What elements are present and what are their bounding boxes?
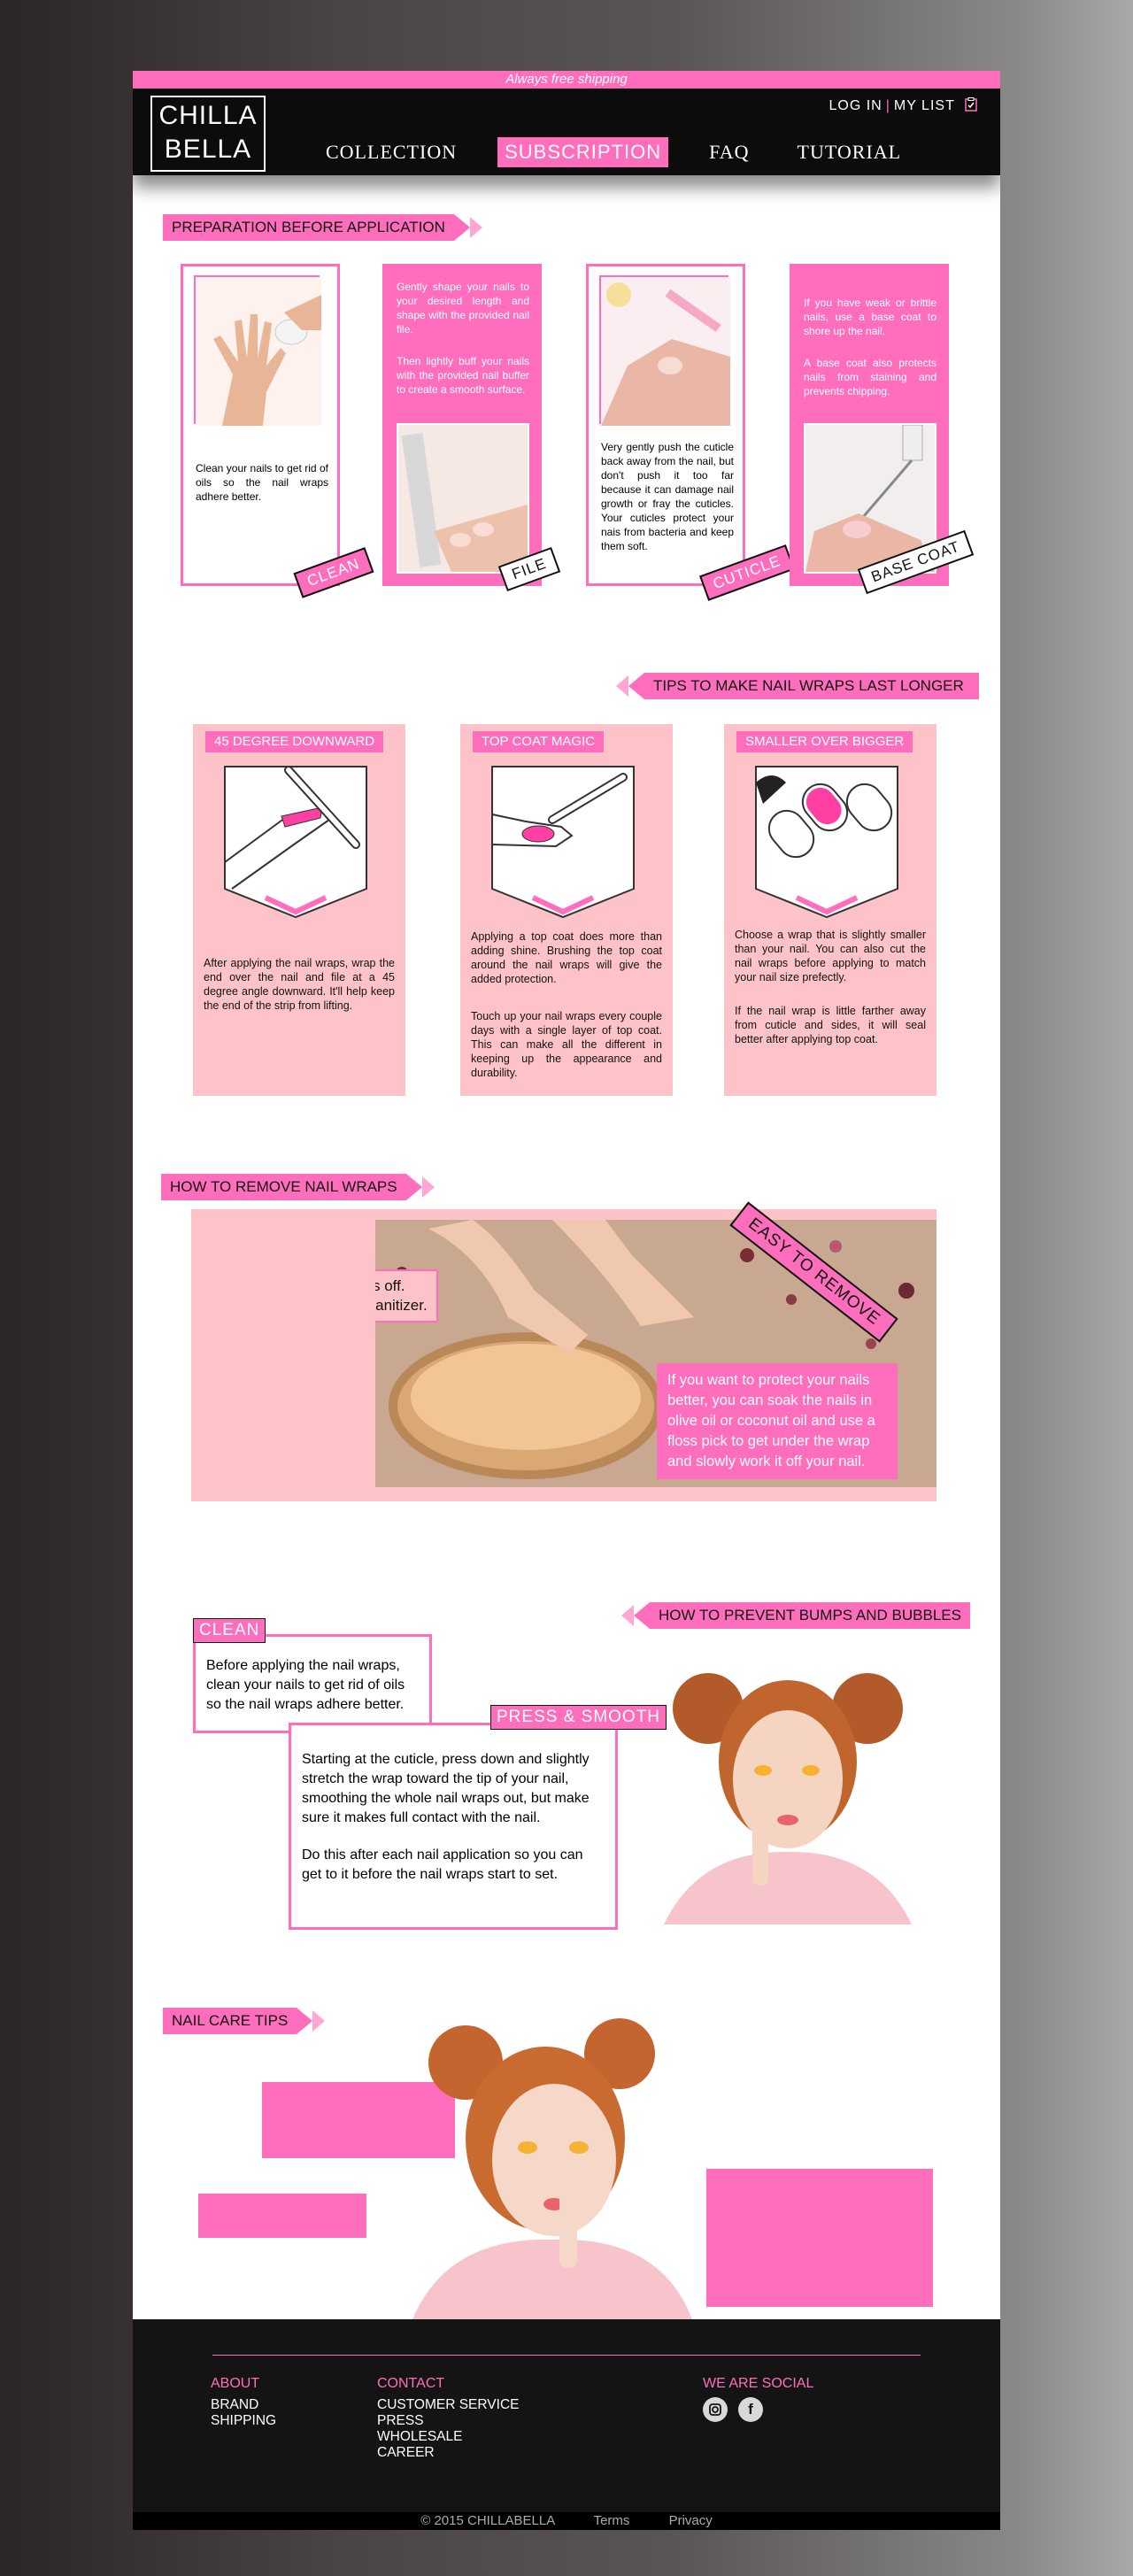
tip-label: 45 DEGREE DOWNWARD: [205, 731, 384, 752]
soaking-bowl-photo: Simply peel the nail wraps off. Wash nai…: [375, 1220, 936, 1487]
tip-text-2: Touch up your nail wraps every couple da…: [471, 1010, 662, 1079]
tip-text-1: Choose a wrap that is slightly smaller t…: [735, 929, 926, 983]
tips-banner: TIPS TO MAKE NAIL WRAPS LAST LONGER: [616, 673, 979, 699]
tip-card-top-coat: TOP COAT MAGIC Applying a top coat does …: [460, 724, 673, 1096]
footer-social: WE ARE SOCIAL f: [703, 2376, 813, 2422]
press-text-2: Do this after each nail application so y…: [302, 1847, 583, 1882]
remove-banner: HOW TO REMOVE NAIL WRAPS: [161, 1174, 435, 1200]
clean-photo: [194, 275, 321, 426]
page: Always free shipping CHILLA BELLA LOG IN…: [133, 71, 1000, 2530]
clean-box: Before applying the nail wraps, clean yo…: [193, 1634, 432, 1733]
tip-label: TOP COAT MAGIC: [473, 731, 605, 752]
remove-title: HOW TO REMOVE NAIL WRAPS: [170, 1178, 397, 1195]
privacy-link[interactable]: Privacy: [669, 2513, 713, 2528]
peel-instructions: Simply peel the nail wraps off. Wash nai…: [375, 1269, 438, 1323]
soak-instructions: If you want to protect your nails better…: [657, 1363, 898, 1479]
footer-contact: CONTACT CUSTOMER SERVICE PRESS WHOLESALE…: [377, 2376, 520, 2461]
instagram-icon[interactable]: [703, 2397, 728, 2422]
career-link[interactable]: CAREER: [377, 2445, 520, 2461]
care-tip-placeholder-2: [198, 2194, 366, 2238]
press-text-1: Starting at the cuticle, press down and …: [302, 1752, 590, 1825]
bumps-banner: HOW TO PREVENT BUMPS AND BUBBLES: [621, 1602, 970, 1629]
copyright-bar: © 2015 CHILLABELLA Terms Privacy: [133, 2512, 1000, 2530]
separator: |: [885, 98, 890, 113]
nail-file-diagram: [224, 766, 367, 919]
logo[interactable]: CHILLA BELLA: [150, 96, 266, 172]
wholesale-link[interactable]: WHOLESALE: [377, 2429, 520, 2445]
press-link[interactable]: PRESS: [377, 2413, 520, 2429]
remove-section: Simply peel the nail wraps off. Wash nai…: [191, 1201, 936, 1501]
press-smooth-box: Starting at the cuticle, press down and …: [289, 1723, 618, 1930]
tips-title: TIPS TO MAKE NAIL WRAPS LAST LONGER: [653, 677, 964, 694]
prep-card-basecoat: If you have weak or brittle nails, use a…: [790, 264, 949, 586]
customer-service-link[interactable]: CUSTOMER SERVICE: [377, 2397, 520, 2413]
bumps-title: HOW TO PREVENT BUMPS AND BUBBLES: [659, 1607, 961, 1623]
footer-about: ABOUT BRAND SHIPPING: [211, 2376, 276, 2429]
tip-text-2: If the nail wrap is little farther away …: [735, 1005, 926, 1045]
clean-text: Clean your nails to get rid of oils so t…: [196, 462, 328, 503]
cuticle-text: Very gently push the cuticle back away f…: [601, 441, 734, 552]
prep-banner: PREPARATION BEFORE APPLICATION: [163, 214, 482, 241]
clipboard-icon[interactable]: [965, 97, 977, 116]
login-link[interactable]: LOG IN: [829, 98, 883, 113]
brand-link[interactable]: BRAND: [211, 2397, 276, 2413]
facebook-icon[interactable]: f: [738, 2397, 763, 2422]
my-list-link[interactable]: MY LIST: [894, 98, 955, 113]
file-text-2: Then lightly buff your nails with the pr…: [397, 355, 529, 396]
base-text-1: If you have weak or brittle nails, use a…: [804, 297, 936, 337]
logo-line2: BELLA: [164, 135, 252, 164]
cuticle-photo: [599, 275, 730, 426]
about-heading: ABOUT: [211, 2376, 260, 2391]
terms-link[interactable]: Terms: [594, 2513, 630, 2528]
shipping-link[interactable]: SHIPPING: [211, 2413, 276, 2429]
tip-card-smaller-over-bigger: SMALLER OVER BIGGER Choose a wrap that i…: [724, 724, 936, 1096]
prep-title: PREPARATION BEFORE APPLICATION: [172, 219, 445, 235]
tip-card-45-degree: 45 DEGREE DOWNWARD After applying the na…: [193, 724, 405, 1096]
site-header: CHILLA BELLA LOG IN | MY LIST COLLECTION S…: [133, 89, 1000, 175]
clean-box-label: CLEAN: [193, 1618, 266, 1643]
base-text-2: A base coat also protects nails from sta…: [804, 357, 936, 397]
tip-label: SMALLER OVER BIGGER: [736, 731, 913, 752]
care-title: NAIL CARE TIPS: [172, 2012, 289, 2029]
wrap-size-diagram: [755, 766, 898, 919]
peel-line1: Simply peel the nail wraps off.: [375, 1277, 405, 1294]
social-icons: f: [703, 2397, 813, 2422]
prep-card-clean: Clean your nails to get rid of oils so t…: [181, 264, 340, 586]
nav-faq[interactable]: FAQ: [702, 137, 756, 167]
free-shipping-bar: Always free shipping: [133, 71, 1000, 89]
nav-subscription[interactable]: SUBSCRIPTION: [497, 137, 669, 167]
thinking-girl-photo: [646, 1647, 921, 1924]
account-links: LOG IN | MY LIST: [829, 97, 978, 116]
care-banner: NAIL CARE TIPS: [163, 2008, 326, 2034]
social-heading: WE ARE SOCIAL: [703, 2376, 814, 2391]
contact-heading: CONTACT: [377, 2376, 445, 2391]
care-tip-placeholder-3: [706, 2169, 933, 2307]
nav-tutorial[interactable]: TUTORIAL: [790, 137, 909, 167]
logo-line1: CHILLA: [158, 101, 258, 130]
tip-text: After applying the nail wraps, wrap the …: [204, 957, 395, 1012]
prep-card-file: Gently shape your nails to your desired …: [382, 264, 542, 586]
prep-card-cuticle: Very gently push the cuticle back away f…: [586, 264, 745, 586]
peel-line2: Wash nails with soap or sanitizer.: [375, 1297, 428, 1314]
nav-collection[interactable]: COLLECTION: [319, 137, 464, 167]
press-smooth-label: PRESS & SMOOTH: [490, 1705, 667, 1730]
site-footer: ABOUT BRAND SHIPPING CONTACT CUSTOMER SE…: [133, 2319, 1000, 2512]
file-text-1: Gently shape your nails to your desired …: [397, 281, 529, 335]
main-nav: COLLECTION SUBSCRIPTION FAQ TUTORIAL: [319, 135, 942, 170]
file-photo: [397, 423, 529, 574]
top-coat-diagram: [491, 766, 635, 919]
copyright: © 2015 CHILLABELLA: [420, 2513, 555, 2528]
footer-divider: [212, 2355, 921, 2356]
tip-text-1: Applying a top coat does more than addin…: [471, 930, 662, 985]
clean-box-text: Before applying the nail wraps, clean yo…: [206, 1658, 405, 1712]
curious-girl-photo: [404, 2015, 696, 2319]
